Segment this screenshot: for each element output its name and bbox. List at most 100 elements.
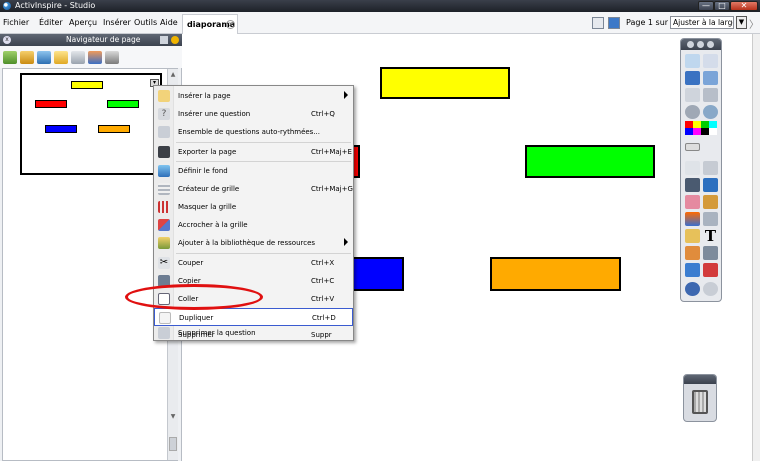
pin-icon[interactable]	[160, 36, 168, 44]
minimize-button[interactable]: —	[698, 1, 714, 11]
clear-icon[interactable]	[685, 246, 700, 260]
menu-item-label: Créateur de grille	[178, 185, 240, 193]
pen-icon[interactable]	[685, 178, 700, 192]
menu-item-self-paced-questions[interactable]: Ensemble de questions auto-rythmées...	[154, 123, 353, 141]
tools-icon[interactable]	[703, 161, 718, 175]
highlighter-icon[interactable]	[703, 178, 718, 192]
canvas-scrollbar[interactable]	[752, 34, 760, 461]
menu-item-hide-grid[interactable]: Masquer la grille	[154, 198, 353, 216]
trash-icon[interactable]	[692, 390, 708, 414]
page-view-icon[interactable]	[592, 17, 604, 29]
desktop-icon[interactable]	[685, 71, 700, 85]
undo-icon[interactable]	[685, 282, 700, 296]
color-red-swatch[interactable]	[685, 121, 693, 128]
eraser-icon[interactable]	[685, 195, 700, 209]
color-blue-swatch[interactable]	[685, 128, 693, 135]
yellow-rectangle[interactable]	[380, 67, 510, 99]
object-browser-icon[interactable]	[37, 51, 51, 64]
notes-browser-icon[interactable]	[54, 51, 68, 64]
thumb-yellow-rect	[71, 81, 103, 89]
maximize-button[interactable]: □	[714, 1, 730, 11]
color-green-swatch[interactable]	[701, 121, 709, 128]
shape-icon[interactable]	[685, 212, 700, 226]
chevron-down-icon[interactable]: ▼	[736, 16, 747, 29]
window-title: ActivInspire - Studio	[15, 1, 96, 10]
thumb-orange-rect	[98, 125, 130, 133]
question-icon: ?	[158, 108, 170, 120]
menu-inserer[interactable]: Insérer	[103, 18, 131, 27]
toolbox-menu-icon[interactable]	[707, 41, 714, 48]
menu-item-label: Insérer une question	[178, 110, 251, 118]
color-cyan-swatch[interactable]	[709, 121, 717, 128]
menu-apercu[interactable]: Aperçu	[69, 18, 97, 27]
menu-item-add-to-library[interactable]: Ajouter à la bibliothèque de ressources	[154, 234, 353, 252]
magic-ink-icon[interactable]	[685, 263, 700, 277]
connector-icon[interactable]	[703, 212, 718, 226]
scroll-down-icon[interactable]: ▼	[169, 413, 177, 421]
menu-outils[interactable]: Outils	[134, 18, 157, 27]
menu-item-insert-question[interactable]: ? Insérer une question Ctrl+Q	[154, 105, 353, 123]
text-tool-icon[interactable]: T	[703, 229, 718, 244]
resource-browser-icon[interactable]	[20, 51, 34, 64]
voting-browser-icon[interactable]	[105, 51, 119, 64]
settings-icon[interactable]	[171, 36, 179, 44]
print-icon[interactable]	[703, 88, 718, 102]
main-toolbox: T	[680, 38, 722, 302]
thumb-red-rect	[35, 100, 67, 108]
color-magenta-swatch[interactable]	[693, 128, 701, 135]
reset-page-icon[interactable]	[685, 88, 700, 102]
zoom-select[interactable]: Ajuster à la largeur	[670, 16, 734, 29]
navigator-close-icon[interactable]: x	[3, 36, 11, 44]
previous-page-icon[interactable]	[703, 105, 718, 119]
spotlight-icon[interactable]	[703, 263, 718, 277]
insert-page-icon	[158, 90, 170, 102]
page-thumbnail[interactable]: ▾	[20, 73, 162, 175]
library-icon	[158, 237, 170, 249]
color-yellow-swatch[interactable]	[693, 121, 701, 128]
menu-aide[interactable]: Aide	[160, 18, 178, 27]
tab-close-icon[interactable]: x	[226, 20, 235, 29]
color-black-swatch[interactable]	[701, 128, 709, 135]
menu-fichier[interactable]: Fichier	[3, 18, 29, 27]
profile-icon[interactable]	[703, 54, 718, 68]
export-icon	[158, 146, 170, 158]
tab-diaporama[interactable]: diaporama x	[182, 14, 238, 34]
main-menu-icon[interactable]	[685, 54, 700, 68]
property-browser-icon[interactable]	[71, 51, 85, 64]
menu-item-label: Supprimer la question	[178, 329, 256, 337]
revealer-icon[interactable]	[703, 246, 718, 260]
navigator-header: x Navigateur de page	[0, 34, 182, 46]
green-rectangle[interactable]	[525, 145, 655, 178]
page-browser-icon[interactable]	[3, 51, 17, 64]
next-page-icon[interactable]	[685, 105, 700, 119]
toolbox-close-icon[interactable]	[687, 41, 694, 48]
color-white-swatch[interactable]	[709, 128, 717, 135]
orange-rectangle[interactable]	[490, 257, 621, 291]
fill-icon[interactable]	[703, 195, 718, 209]
action-browser-icon[interactable]	[88, 51, 102, 64]
menu-item-insert-page[interactable]: Insérer la page	[154, 87, 353, 105]
menu-item-delete-question[interactable]: Supprimer la question	[154, 324, 353, 342]
duplicate-icon	[159, 312, 171, 324]
hand-icon[interactable]	[685, 229, 700, 243]
redo-icon[interactable]	[703, 282, 718, 296]
zoom-icon[interactable]	[703, 71, 718, 85]
menu-item-cut[interactable]: ✂ Couper Ctrl+X	[154, 254, 353, 272]
menu-editer[interactable]: Éditer	[39, 18, 63, 27]
screen-view-icon[interactable]	[608, 17, 620, 29]
pen-width-slider[interactable]	[685, 143, 700, 151]
menu-item-label: Accrocher à la grille	[178, 221, 248, 229]
menu-item-set-background[interactable]: Définir le fond	[154, 162, 353, 180]
close-button[interactable]: ✕	[730, 1, 758, 11]
pen-width-dots-icon	[703, 143, 718, 151]
menu-item-grid-designer[interactable]: Créateur de grille Ctrl+Maj+G	[154, 180, 353, 198]
scroll-handle[interactable]	[169, 437, 177, 451]
select-icon[interactable]	[685, 161, 700, 175]
menu-item-label: Insérer la page	[178, 92, 231, 100]
menu-item-export-page[interactable]: Exporter la page Ctrl+Maj+E	[154, 143, 353, 161]
menu-item-snap-to-grid[interactable]: Accrocher à la grille	[154, 216, 353, 234]
toolbox-pin-icon[interactable]	[697, 41, 704, 48]
scroll-up-icon[interactable]: ▲	[169, 71, 177, 79]
menu-item-label: Dupliquer	[179, 314, 214, 322]
background-icon	[158, 165, 170, 177]
